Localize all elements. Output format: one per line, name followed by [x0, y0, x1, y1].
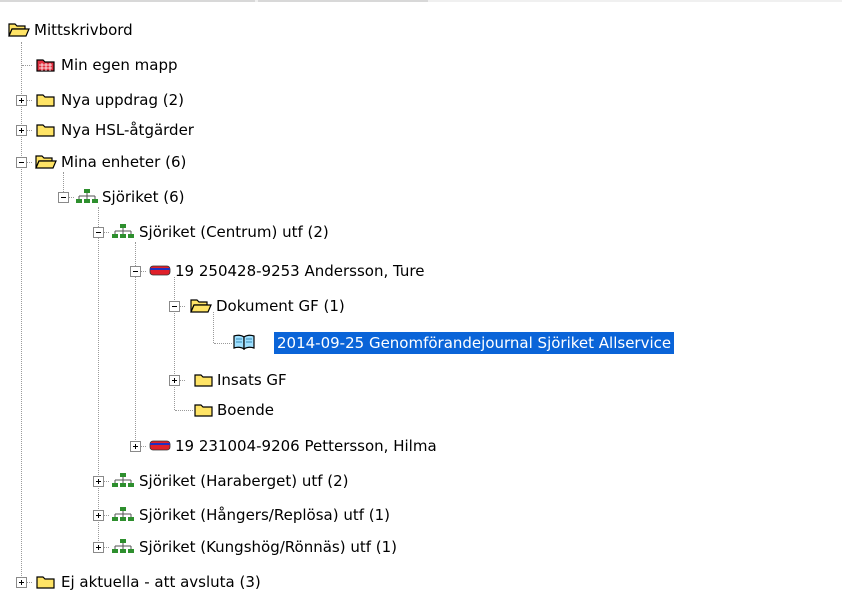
- collapse-icon[interactable]: [58, 192, 69, 203]
- tree-node-min-egen-mapp[interactable]: Min egen mapp: [0, 52, 300, 78]
- tree-node-sjoriket-kungshog[interactable]: Sjöriket (Kungshög/Rönnäs) utf (1): [0, 534, 420, 560]
- tree-node-label: Dokument GF (1): [216, 297, 345, 315]
- tree-node-nya-uppdrag[interactable]: Nya uppdrag (2): [0, 87, 300, 113]
- tree-node-label: Sjöriket (6): [102, 188, 185, 206]
- tree-node-label: Sjöriket (Haraberget) utf (2): [139, 472, 349, 490]
- folder-icon: [36, 94, 55, 107]
- tree-node-label: Insats GF: [217, 371, 287, 389]
- tree-node-label: Boende: [217, 401, 274, 419]
- tree-node-journal-selected[interactable]: 2014-09-25 Genomförandejournal Sjöriket …: [0, 330, 842, 356]
- folder-icon: [194, 404, 213, 417]
- tree-node-root[interactable]: Mittskrivbord: [0, 17, 300, 43]
- tree-node-insats-gf[interactable]: Insats GF: [0, 367, 400, 393]
- org-unit-icon: [112, 224, 134, 238]
- tree-node-label: Min egen mapp: [61, 56, 178, 74]
- tree-node-label: 19 231004-9206 Pettersson, Hilma: [175, 437, 437, 455]
- tree-node-client-pettersson[interactable]: 19 231004-9206 Pettersson, Hilma: [0, 433, 520, 459]
- open-book-icon: [233, 334, 255, 350]
- tree-node-label: Sjöriket (Centrum) utf (2): [139, 223, 329, 241]
- tree-node-sjoriket-haraberget[interactable]: Sjöriket (Haraberget) utf (2): [0, 468, 420, 494]
- tree-view[interactable]: Mittskrivbord Min egen mapp Nya uppdrag …: [0, 0, 842, 591]
- collapse-icon[interactable]: [16, 157, 27, 168]
- tree-node-nya-hsl-atgarder[interactable]: Nya HSL-åtgärder: [0, 117, 300, 143]
- expand-icon[interactable]: [16, 95, 27, 106]
- private-folder-icon: [36, 59, 55, 72]
- org-unit-icon: [112, 507, 134, 521]
- expand-icon[interactable]: [169, 375, 180, 386]
- expand-icon[interactable]: [16, 125, 27, 136]
- tree-node-label: Nya HSL-åtgärder: [61, 121, 194, 139]
- tree-node-dokument-gf[interactable]: Dokument GF (1): [0, 293, 400, 319]
- tree-node-boende[interactable]: Boende: [0, 397, 400, 423]
- tree-node-sjoriket-hangers[interactable]: Sjöriket (Hångers/Replösa) utf (1): [0, 502, 420, 528]
- expand-icon[interactable]: [16, 577, 27, 588]
- tree-node-label: 2014-09-25 Genomförandejournal Sjöriket …: [272, 331, 676, 355]
- tree-node-ej-aktuella[interactable]: Ej aktuella - att avsluta (3): [0, 569, 300, 595]
- tree-node-label: Nya uppdrag (2): [61, 91, 185, 109]
- tree-node-label: Ej aktuella - att avsluta (3): [61, 573, 261, 591]
- collapse-icon[interactable]: [93, 227, 104, 238]
- tree-node-mina-enheter[interactable]: Mina enheter (6): [0, 149, 300, 175]
- collapse-icon[interactable]: [130, 266, 141, 277]
- client-icon: [149, 440, 171, 451]
- expand-icon[interactable]: [93, 542, 104, 553]
- folder-icon: [36, 124, 55, 137]
- tree-node-sjoriket-centrum[interactable]: Sjöriket (Centrum) utf (2): [0, 219, 400, 245]
- expand-icon[interactable]: [130, 441, 141, 452]
- expand-icon[interactable]: [93, 510, 104, 521]
- folder-icon: [194, 374, 213, 387]
- expand-icon[interactable]: [93, 476, 104, 487]
- collapse-icon[interactable]: [169, 301, 180, 312]
- tree-node-sjoriket[interactable]: Sjöriket (6): [0, 184, 300, 210]
- org-unit-icon: [112, 473, 134, 487]
- tree-node-label: Sjöriket (Kungshög/Rönnäs) utf (1): [139, 538, 398, 556]
- tree-node-label: Mina enheter (6): [61, 153, 187, 171]
- folder-icon: [36, 576, 55, 589]
- tree-node-client-andersson[interactable]: 19 250428-9253 Andersson, Ture: [0, 258, 520, 284]
- tree-node-label: Sjöriket (Hångers/Replösa) utf (1): [139, 506, 391, 524]
- tree-node-label: 19 250428-9253 Andersson, Ture: [175, 262, 425, 280]
- open-folder-icon: [35, 155, 57, 169]
- tree-node-label: Mittskrivbord: [34, 21, 133, 39]
- org-unit-icon: [76, 189, 98, 203]
- open-folder-icon: [190, 299, 212, 313]
- open-folder-icon: [8, 23, 30, 37]
- client-icon: [149, 265, 171, 276]
- org-unit-icon: [112, 539, 134, 553]
